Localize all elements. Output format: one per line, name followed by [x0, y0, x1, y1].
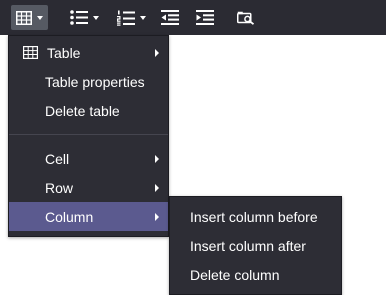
chevron-right-icon: [155, 213, 159, 221]
table-menu: Table Table properties Delete table Cell…: [8, 35, 169, 237]
find-replace-button[interactable]: [232, 5, 260, 30]
indent-button[interactable]: [191, 5, 219, 30]
menu-item-label: Cell: [45, 150, 70, 167]
menu-separator: [9, 134, 168, 135]
chevron-down-icon: [139, 15, 146, 20]
toolbar: [0, 0, 386, 35]
outdent-button[interactable]: [156, 5, 184, 30]
menu-item-label: Table properties: [45, 73, 145, 90]
menu-item-row[interactable]: Row: [9, 173, 168, 202]
table-icon: [23, 46, 38, 59]
menu-item-insert-column-after[interactable]: Insert column after: [170, 231, 341, 260]
column-submenu: Insert column before Insert column after…: [169, 196, 342, 295]
menu-item-label: Insert column after: [190, 237, 306, 254]
numbered-list-icon: [116, 10, 135, 26]
menu-item-insert-column-before[interactable]: Insert column before: [170, 202, 341, 231]
chevron-right-icon: [155, 155, 159, 163]
menu-item-label: Table: [47, 44, 81, 61]
menu-item-label: Delete column: [190, 266, 280, 283]
table-button[interactable]: [11, 5, 48, 30]
menu-item-table[interactable]: Table: [9, 38, 168, 67]
menu-item-label: Column: [45, 208, 94, 225]
chevron-down-icon: [92, 15, 99, 20]
find-replace-icon: [237, 11, 255, 25]
numbered-list-button[interactable]: [111, 5, 151, 30]
menu-item-label: Row: [45, 179, 74, 196]
chevron-right-icon: [155, 184, 159, 192]
menu-item-cell[interactable]: Cell: [9, 144, 168, 173]
menu-item-label: Delete table: [45, 102, 120, 119]
menu-item-column[interactable]: Column: [9, 202, 168, 231]
menu-item-label: Insert column before: [190, 208, 318, 225]
chevron-down-icon: [37, 15, 43, 20]
outdent-icon: [161, 10, 179, 25]
menu-item-delete-column[interactable]: Delete column: [170, 260, 341, 289]
table-icon: [16, 10, 32, 25]
menu-item-table-properties[interactable]: Table properties: [9, 67, 168, 96]
chevron-right-icon: [155, 49, 159, 57]
indent-icon: [196, 10, 214, 25]
bullet-list-icon: [69, 10, 88, 25]
menu-item-delete-table[interactable]: Delete table: [9, 96, 168, 125]
bullet-list-button[interactable]: [64, 5, 104, 30]
